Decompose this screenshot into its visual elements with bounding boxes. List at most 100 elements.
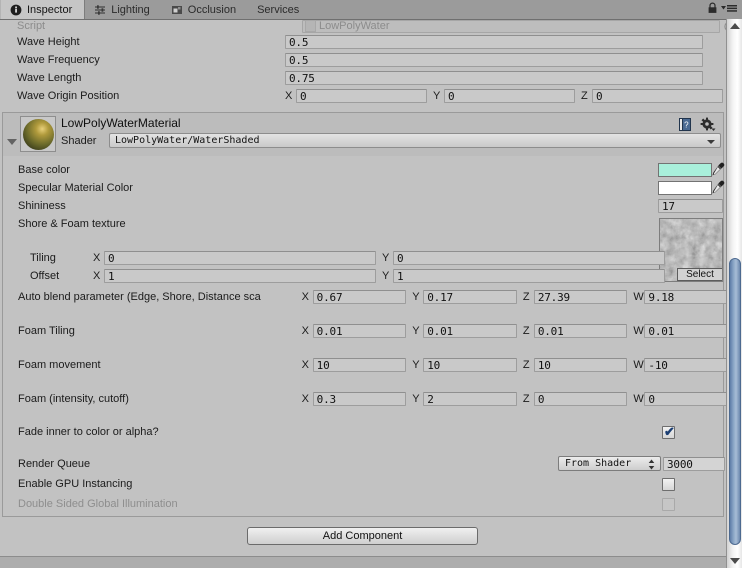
script-value: LowPolyWater	[319, 20, 390, 32]
base-color-swatch[interactable]	[658, 163, 712, 177]
wave-origin-axis-x: X	[285, 90, 293, 102]
tiling-input-x[interactable]: 0	[104, 251, 376, 265]
wave-origin-input-x[interactable]: 0	[296, 89, 427, 103]
foam-movement-axis-y: Y	[412, 359, 420, 371]
tab-inspector[interactable]: Inspector	[0, 0, 86, 19]
lock-icon[interactable]	[707, 2, 718, 17]
wave-origin-input-y[interactable]: 0	[444, 89, 575, 103]
script-label: Script	[17, 20, 46, 32]
wave-height-input[interactable]: 0.5	[285, 35, 703, 49]
foam-tiling-input-w[interactable]: 0.01	[644, 324, 738, 338]
foam-intensity-input-x[interactable]: 0.3	[312, 392, 407, 406]
offset-axis-x: X	[93, 270, 101, 282]
shader-label: Shader	[61, 135, 97, 147]
tiling-input-y[interactable]: 0	[393, 251, 665, 265]
tab-lighting[interactable]: Lighting	[85, 0, 162, 19]
tab-services[interactable]: Services	[248, 0, 311, 19]
row-wave-origin-position: Wave Origin Position X 0 Y 0 Z 0	[0, 87, 742, 105]
vertical-scrollbar[interactable]	[726, 19, 742, 568]
wave-frequency-input[interactable]: 0.5	[285, 53, 703, 67]
updown-arrows-icon	[648, 459, 655, 470]
foam-movement-input-x[interactable]: 10	[312, 358, 407, 372]
foam-tiling-axis-w: W	[633, 325, 644, 337]
row-auto-blend: Auto blend parameter (Edge, Shore, Dista…	[18, 290, 738, 304]
foam-intensity-input-w[interactable]: 0	[644, 392, 738, 406]
row-wave-height: Wave Height 0.5	[0, 33, 742, 51]
foam-intensity-input-y[interactable]: 2	[423, 392, 517, 406]
wave-origin-input-z[interactable]: 0	[592, 89, 723, 103]
foam-tiling-axis-x: X	[301, 325, 310, 337]
foam-intensity-axis-z: Z	[522, 393, 530, 405]
fade-inner-checkbox[interactable]: ✔	[662, 424, 675, 439]
bottom-strip	[0, 556, 742, 568]
foam-movement-input-y[interactable]: 10	[423, 358, 517, 372]
wave-height-label: Wave Height	[17, 36, 80, 48]
foam-movement-axis-w: W	[633, 359, 644, 371]
shader-value: LowPolyWater/WaterShaded	[115, 135, 260, 146]
foam-tiling-input-y[interactable]: 0.01	[423, 324, 517, 338]
auto-blend-axis-x: X	[301, 291, 310, 303]
row-specular-color: Specular Material Color	[18, 182, 738, 194]
scrollbar-thumb[interactable]	[729, 258, 741, 545]
foam-movement-input-w[interactable]: -10	[644, 358, 738, 372]
tab-occlusion-label: Occlusion	[187, 3, 237, 16]
gear-icon[interactable]	[700, 117, 716, 135]
auto-blend-input-x[interactable]: 0.67	[312, 290, 407, 304]
add-component-button[interactable]: Add Component	[247, 527, 478, 545]
row-wave-frequency: Wave Frequency 0.5	[0, 51, 742, 69]
help-book-icon[interactable]: ?	[678, 117, 693, 135]
tab-occlusion[interactable]: Occlusion	[162, 0, 248, 19]
foam-movement-input-z[interactable]: 10	[533, 358, 628, 372]
specular-color-swatch[interactable]	[658, 181, 712, 195]
foam-intensity-input-z[interactable]: 0	[533, 392, 628, 406]
offset-axis-y: Y	[382, 270, 390, 282]
scroll-up-arrow-icon[interactable]	[730, 23, 740, 29]
foam-intensity-axis-w: W	[633, 393, 644, 405]
foam-intensity-label: Foam (intensity, cutoff)	[18, 393, 129, 405]
info-circle-icon	[10, 4, 22, 16]
row-foam-tiling: Foam Tiling X 0.01 Y 0.01 Z 0.01 W 0.01	[18, 324, 738, 338]
foam-tiling-label: Foam Tiling	[18, 325, 75, 337]
eyedropper-icon[interactable]	[711, 180, 725, 195]
wave-length-label: Wave Length	[17, 72, 82, 84]
row-tiling: Tiling X 0 Y 0	[30, 251, 742, 265]
auto-blend-input-z[interactable]: 27.39	[533, 290, 628, 304]
foam-tiling-input-z[interactable]: 0.01	[533, 324, 628, 338]
auto-blend-axis-y: Y	[412, 291, 420, 303]
tiling-axis-x: X	[93, 252, 101, 264]
auto-blend-input-w[interactable]: 9.18	[644, 290, 738, 304]
row-base-color: Base color	[18, 164, 738, 176]
shininess-input[interactable]: 17	[658, 199, 723, 213]
chevron-down-icon	[707, 140, 715, 144]
foam-tiling-axis-z: Z	[522, 325, 530, 337]
scroll-down-arrow-icon[interactable]	[730, 558, 740, 564]
wave-length-input[interactable]: 0.75	[285, 71, 703, 85]
specular-color-label: Specular Material Color	[18, 182, 133, 194]
gpu-instancing-label: Enable GPU Instancing	[18, 478, 133, 490]
script-object-field[interactable]: LowPolyWater	[302, 19, 720, 33]
hamburger-menu-icon[interactable]	[721, 2, 737, 17]
wave-origin-axis-z: Z	[581, 90, 588, 102]
row-foam-intensity: Foam (intensity, cutoff) X 0.3 Y 2 Z 0 W…	[18, 392, 738, 406]
script-file-icon	[305, 20, 316, 32]
unity-inspector-window: Inspector Lighting Occlusion Services Sc…	[0, 0, 742, 568]
auto-blend-input-y[interactable]: 0.17	[423, 290, 517, 304]
shader-dropdown[interactable]: LowPolyWater/WaterShaded	[109, 133, 721, 148]
eyedropper-icon[interactable]	[711, 162, 725, 177]
tab-inspector-label: Inspector	[27, 3, 73, 16]
base-color-label: Base color	[18, 164, 70, 176]
gpu-instancing-checkbox[interactable]	[662, 478, 675, 491]
render-queue-value-input[interactable]: 3000	[663, 457, 725, 471]
row-gpu-instancing: Enable GPU Instancing	[18, 478, 738, 490]
foam-tiling-input-x[interactable]: 0.01	[312, 324, 407, 338]
offset-input-x[interactable]: 1	[104, 269, 376, 283]
render-queue-mode: From Shader	[565, 458, 632, 469]
checkmark-icon: ✔	[664, 424, 675, 439]
foldout-triangle-icon[interactable]	[7, 139, 17, 145]
render-queue-dropdown[interactable]: From Shader	[558, 456, 661, 471]
offset-input-y[interactable]: 1	[393, 269, 665, 283]
offset-label: Offset	[30, 270, 60, 282]
row-foam-movement: Foam movement X 10 Y 10 Z 10 W -10	[18, 358, 738, 372]
wave-origin-position-label: Wave Origin Position	[17, 90, 120, 102]
tiling-label: Tiling	[30, 252, 56, 264]
